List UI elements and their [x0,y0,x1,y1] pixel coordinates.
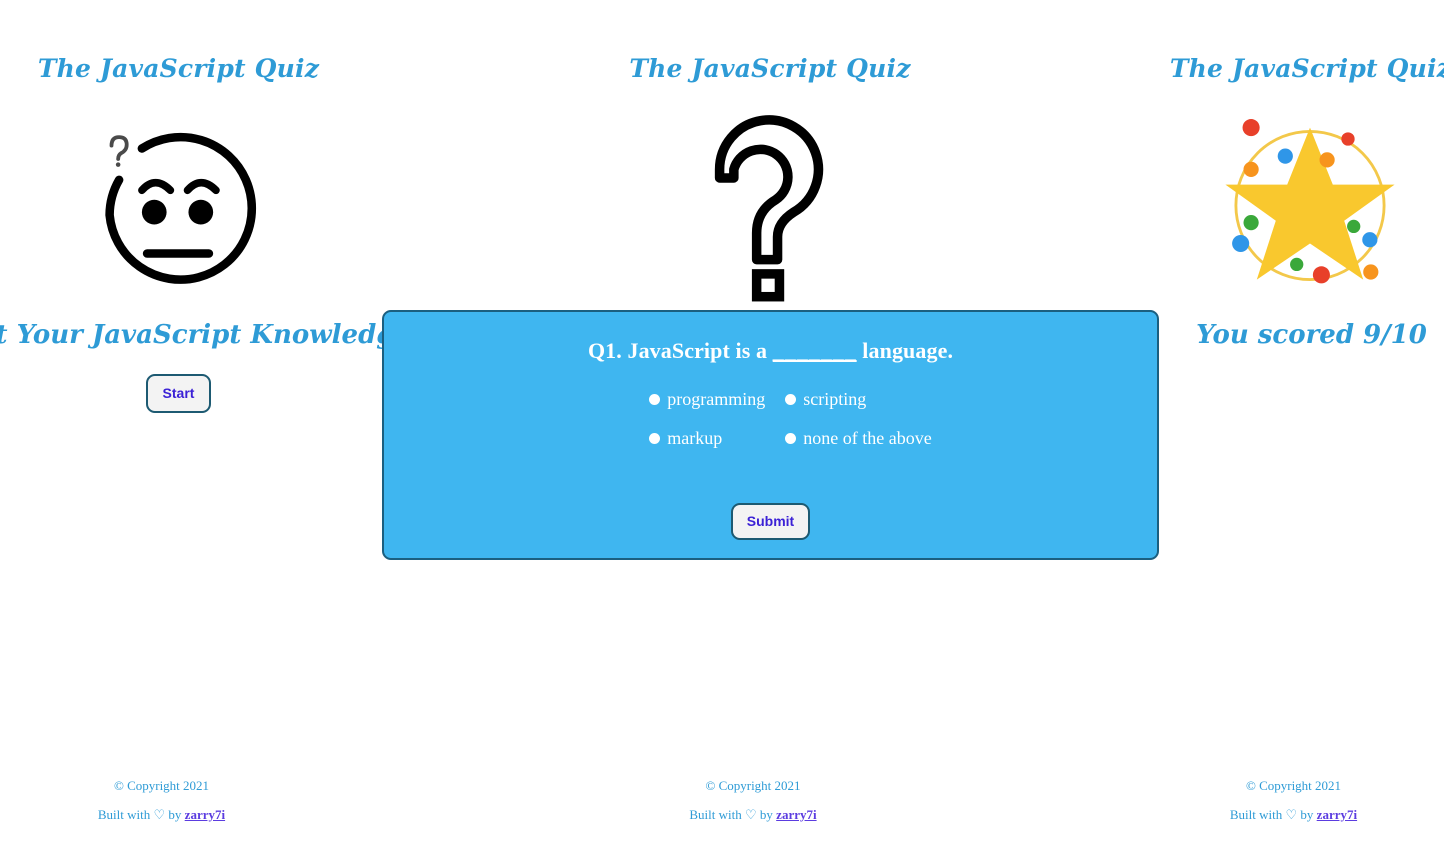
built-prefix: Built with [689,807,742,822]
footer: © Copyright 2021 Built with ♡ by zarry7i [1053,778,1444,823]
quiz-screens-comparison: The JavaScript Quiz Test Your JavaScript… [0,0,1444,845]
footer: © Copyright 2021 Built with ♡ by zarry7i [0,778,402,823]
built-by-text: Built with ♡ by zarry7i [1053,807,1444,823]
tagline: Test Your JavaScript Knowledge [0,320,411,350]
author-link[interactable]: zarry7i [776,807,816,822]
page-title: The JavaScript Quiz [629,54,911,83]
confused-face-icon [83,108,273,303]
option-none-of-the-above[interactable]: none of the above [785,428,932,449]
option-label: scripting [803,389,867,409]
option-scripting[interactable]: scripting [785,389,931,410]
radio-icon[interactable] [649,433,661,444]
built-middle: by [759,807,773,822]
page-title: The JavaScript Quiz [37,54,320,83]
question-screen: The JavaScript Quiz Q1. JavaScript is a … [382,0,1159,845]
heart-icon: ♡ [1285,807,1298,822]
option-programming[interactable]: programming [649,389,785,410]
option-label: programming [667,389,766,409]
question-blank: _______ [772,338,857,363]
radio-icon[interactable] [649,394,661,405]
question-suffix: language. [862,338,954,363]
start-button[interactable]: Start [145,374,212,413]
copyright-text: © Copyright 2021 [705,778,801,793]
built-by-text: Built with ♡ by zarry7i [512,807,994,823]
author-link[interactable]: zarry7i [1317,807,1357,822]
built-middle: by [1300,807,1314,822]
heart-icon: ♡ [153,807,166,822]
built-prefix: Built with [1229,807,1283,822]
built-by-text: Built with ♡ by zarry7i [0,807,402,823]
built-prefix: Built with [97,807,151,822]
page-title: The JavaScript Quiz [1169,54,1444,83]
radio-icon[interactable] [785,394,797,405]
score-text: You scored 9/10 [1196,320,1427,350]
copyright-text: © Copyright 2021 [113,778,210,793]
built-middle: by [168,807,182,822]
copyright-text: © Copyright 2021 [1245,778,1342,793]
option-markup[interactable]: markup [649,428,785,449]
radio-icon[interactable] [785,433,797,444]
star-confetti-icon [1215,108,1405,303]
option-label: none of the above [803,428,932,448]
submit-button[interactable]: Submit [730,503,811,540]
question-mark-icon [674,108,864,303]
question-prefix: Q1. JavaScript is a [587,338,768,363]
footer: © Copyright 2021 Built with ♡ by zarry7i [512,778,994,823]
start-button-container: Start [0,374,419,413]
option-label: markup [667,428,723,448]
heart-icon: ♡ [745,807,757,822]
result-screen: The JavaScript Quiz You scored 9/10 © Co… [963,0,1444,845]
author-link[interactable]: zarry7i [185,807,225,822]
